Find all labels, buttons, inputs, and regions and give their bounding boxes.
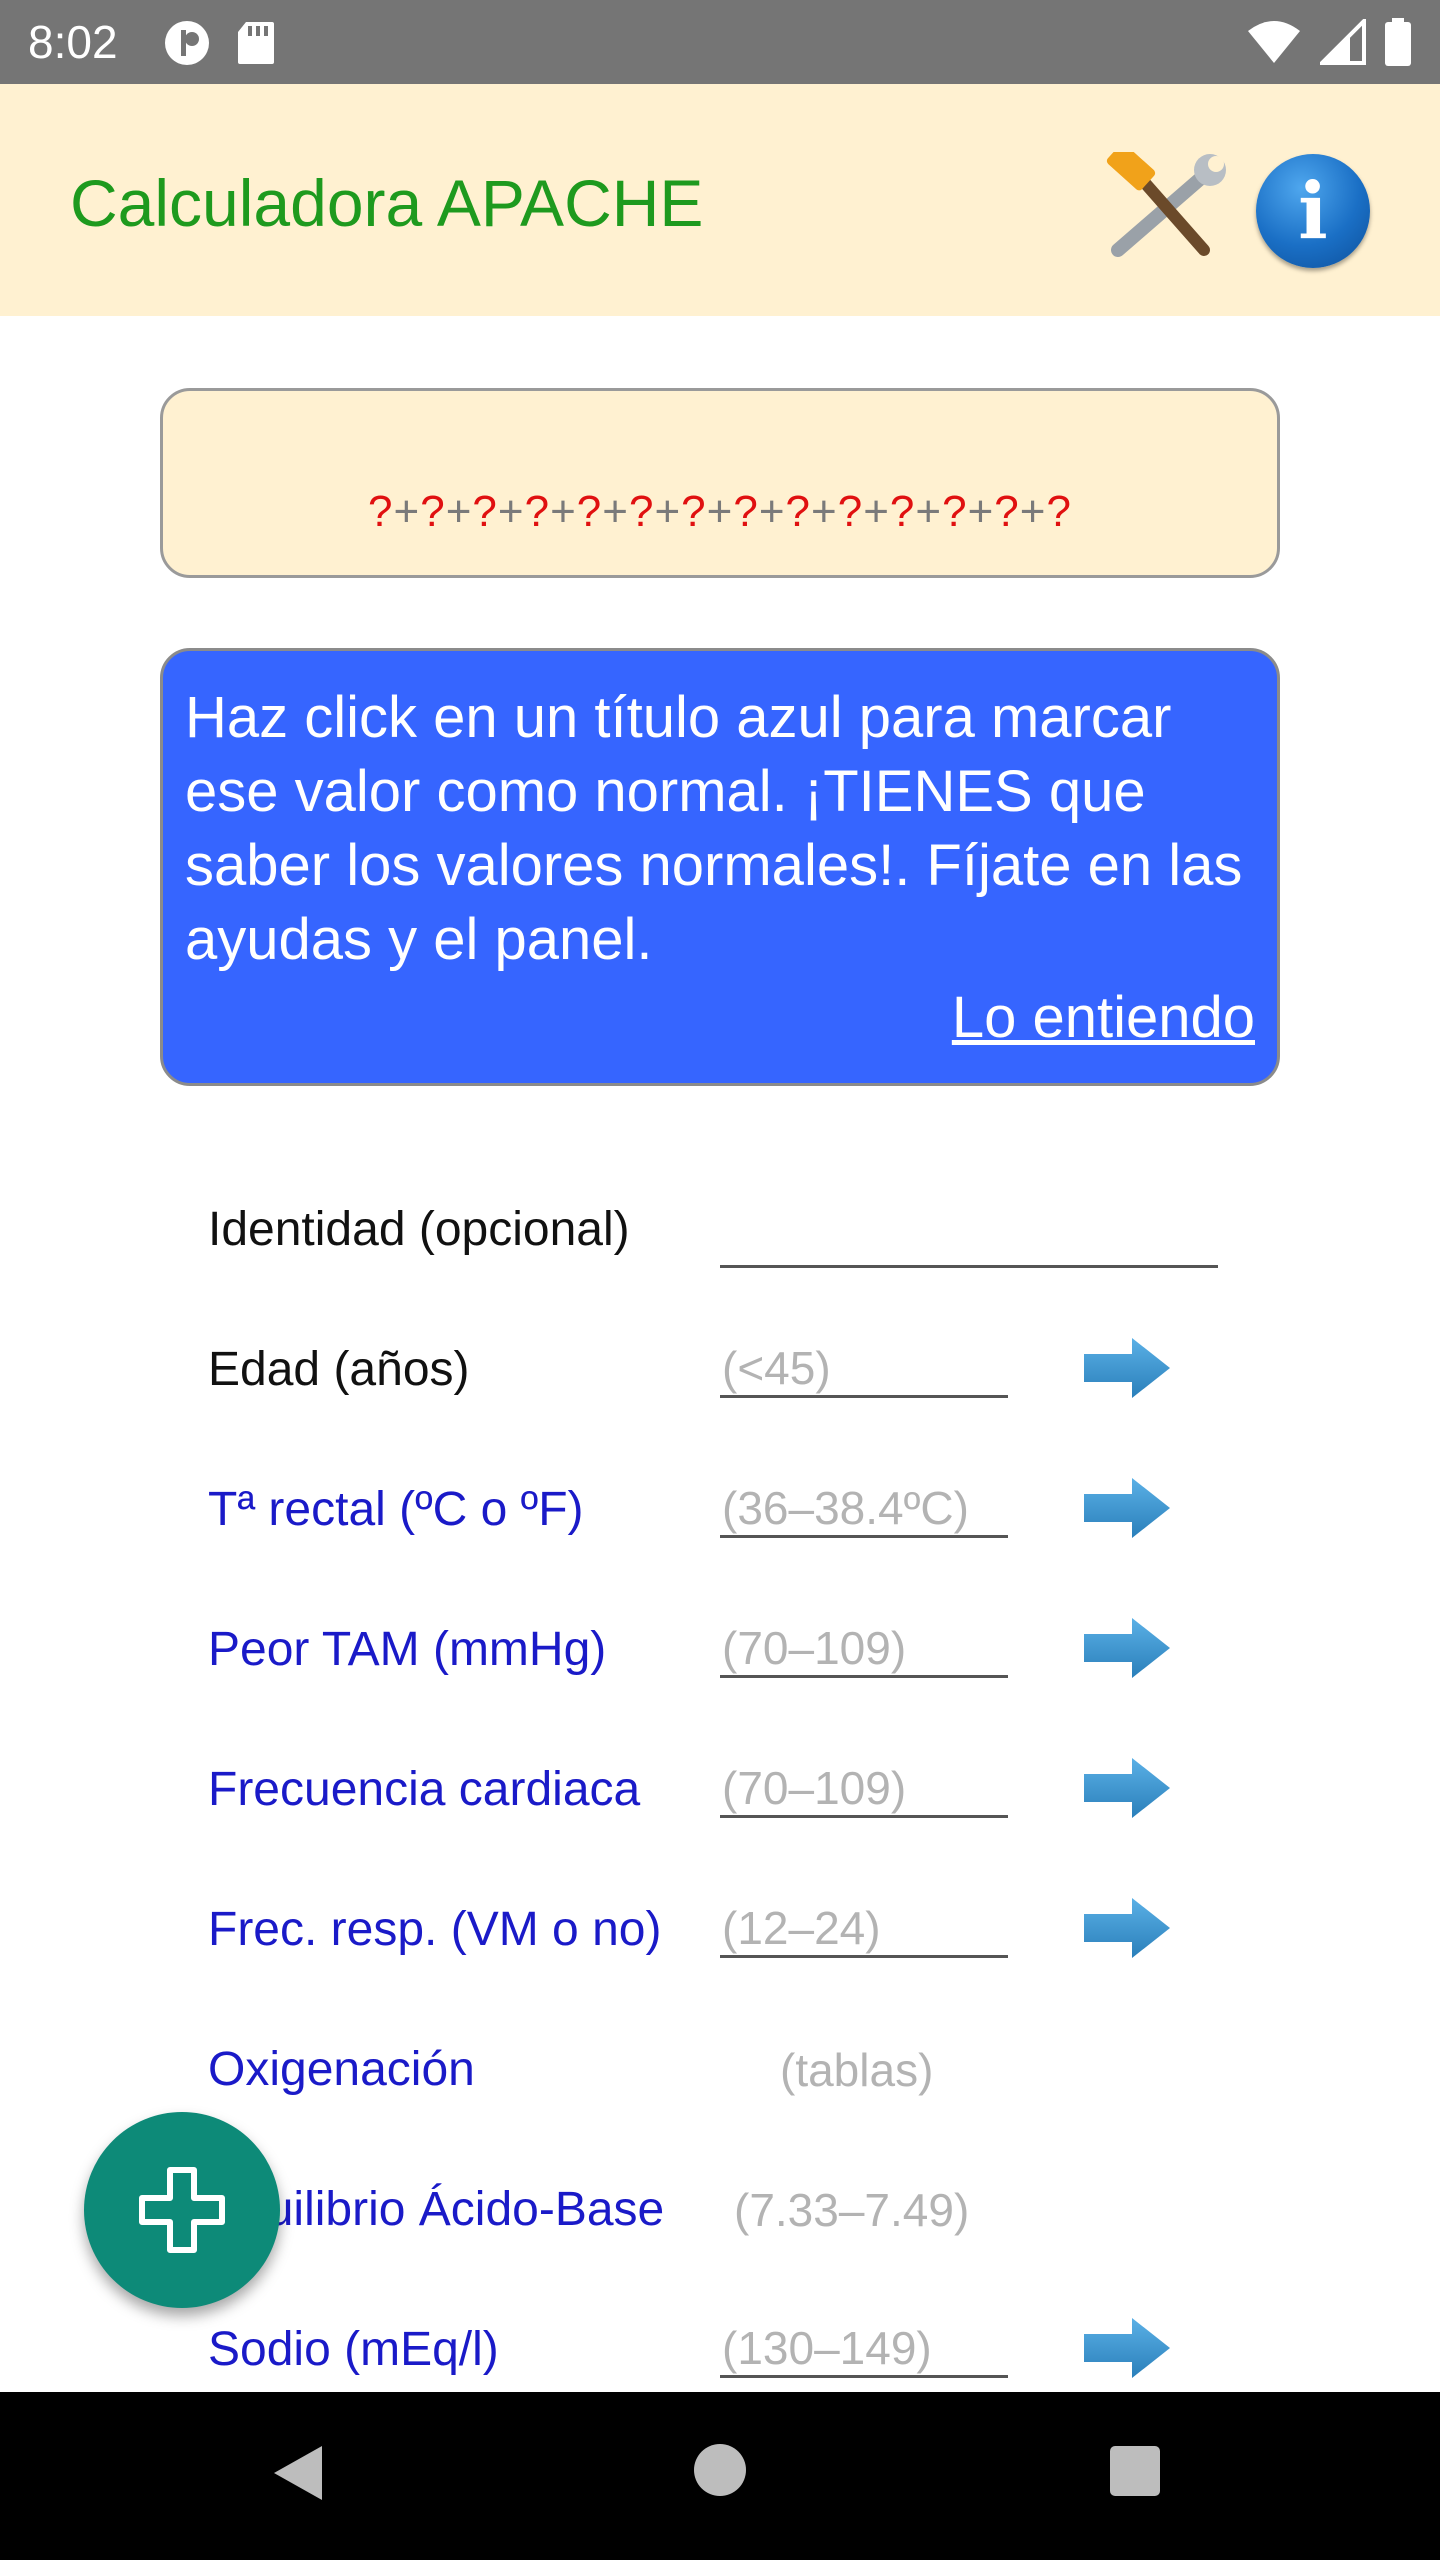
oxygenation-label[interactable]: Oxigenación [208,2040,475,2100]
add-fab-button[interactable] [84,2112,280,2308]
score-term: ? [785,487,812,536]
app-title: Calculadora APACHE [70,166,704,240]
acid-base-hint[interactable]: (7.33–7.49) [734,2180,969,2240]
score-plus: + [550,487,577,536]
score-term: ? [889,487,916,536]
score-plus: + [602,487,629,536]
identity-label: Identidad (opcional) [208,1203,630,1256]
score-term: ? [837,487,864,536]
info-icon: i [1298,165,1328,257]
arrow-right-icon[interactable] [1082,1336,1172,1400]
score-term: ? [368,487,394,536]
score-term: ? [942,487,968,536]
arrow-right-icon[interactable] [1082,1616,1172,1680]
score-term: ? [994,487,1020,536]
score-plus: + [393,487,421,536]
heart-rate-label[interactable]: Frecuencia cardiaca [208,1760,640,1820]
score-panel: ?+?+?+?+?+?+?+?+?+?+?+?+?+? [160,388,1280,578]
score-plus: + [497,487,525,536]
identity-input[interactable] [720,1208,1218,1268]
arrow-right-icon[interactable] [1082,2316,1172,2380]
status-time: 8:02 [28,16,118,68]
sodium-input[interactable]: (130–149) [720,2318,1008,2378]
back-icon[interactable] [272,2444,324,2502]
score-plus: + [445,487,473,536]
score-term: ? [524,487,551,536]
score-plus: + [967,487,995,536]
score-term: ? [1046,487,1072,536]
score-plus: + [863,487,890,536]
battery-icon [1385,18,1411,66]
score-term: ? [420,487,446,536]
heart-rate-input[interactable]: (70–109) [720,1758,1008,1818]
score-plus: + [706,487,734,536]
arrow-right-icon[interactable] [1082,1476,1172,1540]
wifi-icon [1248,21,1300,63]
home-icon[interactable] [694,2444,746,2496]
score-plus: + [758,487,786,536]
hint-panel: Haz click en un título azul para marcar … [160,648,1280,1086]
status-bar: 8:02 [0,0,1440,84]
sd-card-icon [238,22,274,64]
map-label[interactable]: Peor TAM (mmHg) [208,1620,606,1680]
hint-text: Haz click en un título azul para marcar … [185,685,1243,972]
navigation-bar [0,2392,1440,2560]
signal-icon [1320,19,1366,65]
temperature-label[interactable]: Tª rectal (ºC o ºF) [208,1480,584,1540]
resp-rate-label[interactable]: Frec. resp. (VM o no) [208,1900,661,1960]
score-term: ? [472,487,498,536]
recents-icon[interactable] [1110,2446,1160,2496]
arrow-right-icon[interactable] [1082,1756,1172,1820]
resp-rate-input[interactable]: (12–24) [720,1898,1008,1958]
score-plus: + [654,487,682,536]
score-term: ? [681,487,707,536]
tools-button[interactable] [1104,143,1228,264]
dismiss-hint-link[interactable]: Lo entiendo [952,983,1255,1053]
quota-icon [165,21,209,65]
score-term: ? [733,487,759,536]
score-plus: + [1019,487,1047,536]
age-input[interactable]: (<45) [720,1338,1008,1398]
info-button[interactable]: i [1256,154,1370,268]
score-plus: + [811,487,838,536]
plus-icon [139,2167,225,2253]
app-bar: Calculadora APACHE i [0,84,1440,316]
score-plus: + [915,487,943,536]
arrow-right-icon[interactable] [1082,1896,1172,1960]
tools-icon [1106,143,1226,257]
score-term: ? [576,487,603,536]
age-label[interactable]: Edad (años) [208,1340,470,1400]
score-term: ? [628,487,655,536]
sodium-label[interactable]: Sodio (mEq/l) [208,2320,499,2380]
map-input[interactable]: (70–109) [720,1618,1008,1678]
temperature-input[interactable]: (36–38.4ºC) [720,1478,1008,1538]
oxygenation-hint[interactable]: (tablas) [780,2040,933,2100]
score-formula: ?+?+?+?+?+?+?+?+?+?+?+?+?+? [163,487,1277,537]
